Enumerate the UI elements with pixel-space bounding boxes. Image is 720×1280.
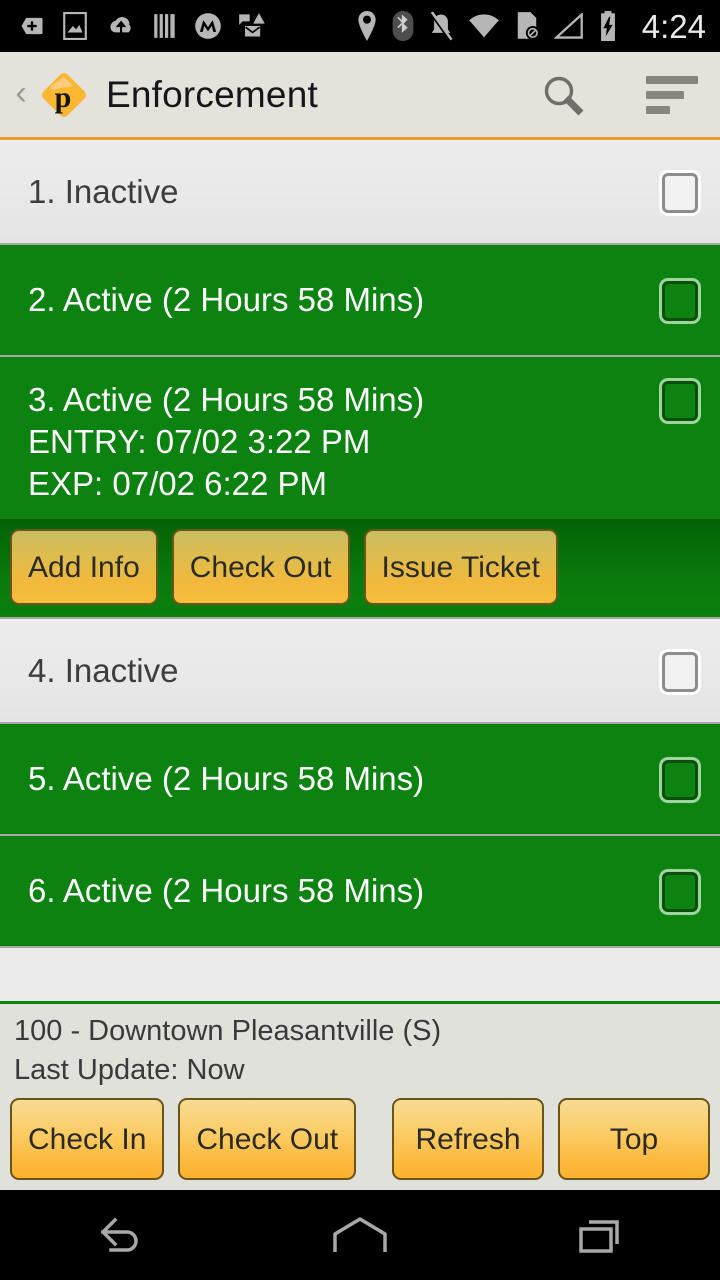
list-item-text: 1. Inactive: [28, 171, 662, 213]
refresh-button[interactable]: Refresh: [392, 1098, 544, 1180]
list-item[interactable]: 5. Active (2 Hours 58 Mins): [0, 724, 720, 836]
list-item-checkbox[interactable]: [662, 872, 698, 912]
list-item-expanded[interactable]: 3. Active (2 Hours 58 Mins) ENTRY: 07/02…: [0, 357, 720, 619]
sort-menu-icon[interactable]: [646, 75, 698, 114]
footer-status: 100 - Downtown Pleasantville (S) Last Up…: [0, 1012, 720, 1090]
last-update-label: Last Update: Now: [14, 1054, 245, 1086]
list-item-checkbox[interactable]: [662, 651, 698, 692]
sort-bar-1: [646, 75, 698, 84]
check-in-button[interactable]: Check In: [10, 1098, 165, 1180]
android-nav-bar: [0, 1190, 720, 1280]
list-item[interactable]: 4. Inactive: [0, 619, 720, 724]
list-item-text: 2. Active (2 Hours 58 Mins): [28, 279, 662, 321]
location-icon: [356, 11, 378, 41]
wifi-icon: [468, 13, 500, 39]
app-header: ‹ p Enforcement: [0, 52, 720, 140]
back-chevron-icon[interactable]: ‹: [6, 76, 36, 114]
barcode-icon: [152, 12, 178, 40]
list-item-checkbox[interactable]: [662, 172, 698, 213]
issue-ticket-button[interactable]: Issue Ticket: [363, 529, 558, 605]
list-item-title: 4. Inactive: [28, 651, 179, 689]
list-item-checkbox[interactable]: [662, 760, 698, 800]
footer-bar: 100 - Downtown Pleasantville (S) Last Up…: [0, 1001, 720, 1190]
list-item-title: 3. Active (2 Hours 58 Mins): [28, 381, 425, 418]
android-status-bar: 4:24: [0, 0, 720, 52]
list-item-title: 5. Active (2 Hours 58 Mins): [28, 760, 425, 797]
sort-bar-2: [646, 90, 684, 99]
list-item[interactable]: 6. Active (2 Hours 58 Mins): [0, 836, 720, 948]
list-item-checkbox[interactable]: [662, 381, 698, 421]
app-screen: 4:24 ‹ p Enforcement 1. Inactive 2. Acti…: [0, 0, 720, 1280]
status-clock: 4:24: [641, 7, 706, 45]
list-item-text: 6. Active (2 Hours 58 Mins): [28, 870, 662, 912]
list-item[interactable]: 2. Active (2 Hours 58 Mins): [0, 245, 720, 357]
sms-alert-icon: [238, 12, 266, 40]
list-item-action-bar: Add Info Check Out Issue Ticket: [0, 519, 720, 617]
page-title: Enforcement: [106, 73, 318, 115]
footer-button-row: Check In Check Out Refresh Top: [0, 1090, 720, 1190]
list-item-text: 5. Active (2 Hours 58 Mins): [28, 758, 662, 800]
list-item-checkbox[interactable]: [662, 281, 698, 321]
no-sim-icon: [514, 11, 540, 41]
list-item-text: 4. Inactive: [28, 650, 662, 692]
list-item-title: 6. Active (2 Hours 58 Mins): [28, 872, 425, 909]
add-info-button[interactable]: Add Info: [10, 529, 158, 605]
list-item-entry-time: ENTRY: 07/02 3:22 PM: [28, 423, 371, 460]
back-nav-icon[interactable]: [40, 1190, 200, 1280]
check-out-button[interactable]: Check Out: [171, 529, 350, 605]
signal-icon: [553, 13, 584, 39]
top-button[interactable]: Top: [558, 1098, 710, 1180]
enforcement-list[interactable]: 1. Inactive 2. Active (2 Hours 58 Mins) …: [0, 140, 720, 1001]
plus-badge-icon: [18, 12, 46, 40]
motorola-icon: [194, 12, 222, 40]
recents-nav-icon[interactable]: [520, 1190, 680, 1280]
home-nav-icon[interactable]: [280, 1190, 440, 1280]
zone-label: 100 - Downtown Pleasantville (S): [14, 1015, 442, 1047]
sort-bar-3: [646, 105, 670, 114]
list-item-title: 1. Inactive: [28, 172, 179, 210]
parking-app-logo: p: [38, 69, 90, 121]
battery-charging-icon: [598, 11, 618, 41]
status-system-icons: 4:24: [356, 10, 706, 43]
image-icon: [62, 12, 88, 40]
cloud-upload-icon: [104, 13, 136, 39]
ringer-muted-icon: [428, 11, 454, 41]
search-icon[interactable]: [540, 72, 586, 118]
footer-check-out-button[interactable]: Check Out: [178, 1098, 357, 1180]
list-item-header[interactable]: 3. Active (2 Hours 58 Mins) ENTRY: 07/02…: [0, 357, 720, 519]
list-item-title: 2. Active (2 Hours 58 Mins): [28, 281, 425, 318]
list-item-text: 3. Active (2 Hours 58 Mins) ENTRY: 07/02…: [28, 379, 662, 505]
status-notification-icons: [18, 12, 356, 40]
list-item[interactable]: 1. Inactive: [0, 140, 720, 245]
svg-text:p: p: [55, 81, 72, 114]
list-item-expiry-time: EXP: 07/02 6:22 PM: [28, 465, 328, 502]
bluetooth-icon: [392, 11, 414, 41]
